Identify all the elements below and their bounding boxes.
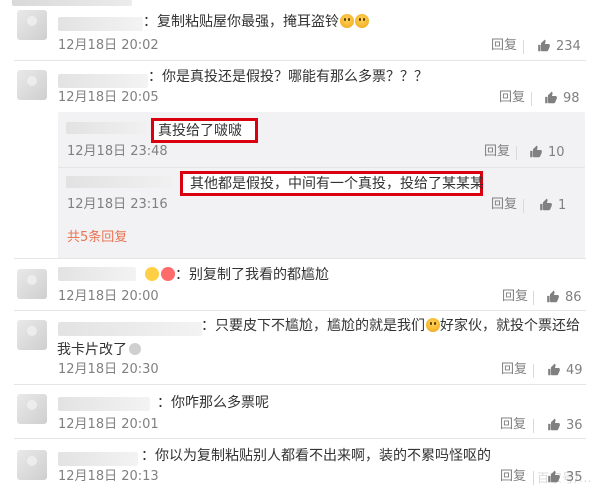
view-all-replies-link[interactable]: 共5条回复 <box>67 229 127 247</box>
action-separator <box>533 364 534 378</box>
comment-timestamp: 12月18日 20:30 <box>58 362 159 377</box>
reply-button[interactable]: 回复 <box>491 196 517 214</box>
avatar[interactable] <box>17 394 47 424</box>
like-button[interactable]: 1 <box>539 196 566 214</box>
thumbs-up-icon <box>538 39 550 52</box>
reply-divider <box>58 167 585 168</box>
surprised-face-icon <box>426 318 440 332</box>
comment-body-continued: 好家伙，就投个票还给 <box>440 318 580 334</box>
comment-divider <box>14 384 586 385</box>
thumbs-up-icon <box>545 91 557 104</box>
comment-text: ：你咋那么多票呢 <box>157 395 269 411</box>
reply-button[interactable]: 回复 <box>484 143 510 161</box>
like-count: 36 <box>566 417 583 433</box>
username-mask <box>58 397 150 411</box>
emoji-icon <box>129 343 141 355</box>
comment-text: ：别复制了我看的都尴尬 <box>143 265 329 285</box>
comment-body: ：别复制了我看的都尴尬 <box>175 267 329 283</box>
comment-divider <box>14 310 586 311</box>
username-badges <box>145 267 175 281</box>
reply-highlight-text: 真投给了啵啵 <box>158 123 242 139</box>
avatar[interactable] <box>17 450 47 480</box>
thumbs-up-icon <box>548 363 560 376</box>
like-button[interactable]: 49 <box>547 361 583 379</box>
thumbs-up-icon <box>540 198 552 211</box>
avatar[interactable] <box>17 70 47 100</box>
comment-timestamp: 12月18日 20:00 <box>58 289 159 304</box>
like-button[interactable]: 234 <box>537 37 581 55</box>
comment-text: ：你是真投还是假投？哪能有那么多票？？？ <box>148 69 428 85</box>
like-count: 86 <box>565 289 582 305</box>
action-separator <box>516 146 517 160</box>
comment-body: ：复制粘贴屋你最强，掩耳盗铃 <box>143 14 339 30</box>
like-count: 234 <box>556 38 581 54</box>
like-button[interactable]: 36 <box>547 416 583 434</box>
like-count: 98 <box>563 90 580 106</box>
username-mask <box>58 267 136 281</box>
like-button[interactable]: 98 <box>544 89 580 107</box>
thumbs-up-icon <box>547 290 559 303</box>
weibo-comment-list: ：复制粘贴屋你最强，掩耳盗铃 12月18日 20:02 回复 234 ：你是真投… <box>0 0 600 493</box>
avatar[interactable] <box>17 320 47 350</box>
avatar[interactable] <box>17 10 47 40</box>
reply-button[interactable]: 回复 <box>501 361 527 379</box>
comment-divider <box>14 60 586 61</box>
comment-timestamp: 12月18日 20:13 <box>58 469 159 484</box>
comment-body-line2: 我卡片改了 <box>57 342 127 358</box>
like-count: 1 <box>558 197 567 213</box>
crying-face-icon <box>355 14 369 28</box>
action-separator <box>533 419 534 433</box>
heart-icon <box>161 267 175 281</box>
comment-divider <box>14 438 586 439</box>
comment-divider <box>14 258 586 259</box>
username-mask <box>58 17 143 31</box>
comment-text-line2: 我卡片改了 <box>57 340 143 360</box>
cropped-top-header <box>12 0 132 6</box>
like-button[interactable]: 86 <box>546 288 582 306</box>
username-mask <box>58 322 202 336</box>
reply-username-mask <box>66 176 172 188</box>
reply-highlight-text: 其他都是假投，中间有一个真投，投给了某某某 <box>190 176 484 192</box>
action-separator <box>523 40 524 54</box>
action-separator <box>523 199 524 213</box>
thumbs-up-icon <box>548 418 560 431</box>
reply-username-mask <box>66 122 146 134</box>
username-mask <box>58 452 138 466</box>
reply-timestamp: 12月18日 23:48 <box>67 144 168 159</box>
reply-button[interactable]: 回复 <box>491 37 517 55</box>
reply-timestamp: 12月18日 23:16 <box>67 197 168 212</box>
badge-icon <box>145 267 159 281</box>
reply-button[interactable]: 回复 <box>502 288 528 306</box>
like-count: 49 <box>566 362 583 378</box>
comment-timestamp: 12月18日 20:01 <box>58 417 159 432</box>
comment-timestamp: 12月18日 20:05 <box>58 90 159 105</box>
comment-text: ：复制粘贴屋你最强，掩耳盗铃 <box>143 12 369 32</box>
reply-button[interactable]: 回复 <box>500 468 526 486</box>
crying-face-icon <box>340 14 354 28</box>
comment-body: ：只要皮下不尴尬，尴尬的就是我们 <box>201 318 425 334</box>
avatar[interactable] <box>17 269 47 299</box>
like-button[interactable]: 10 <box>529 143 565 161</box>
comment-timestamp: 12月18日 20:02 <box>58 38 159 53</box>
comment-text: ：你以为复制粘贴别人都看不出来啊，装的不累吗怪呕的 <box>141 448 491 464</box>
comment-text: ：只要皮下不尴尬，尴尬的就是我们 好家伙，就投个票还给 <box>201 316 580 336</box>
action-separator <box>531 92 532 106</box>
action-separator <box>533 291 534 305</box>
thumbs-up-icon <box>530 145 542 158</box>
reply-button[interactable]: 回复 <box>499 89 525 107</box>
action-separator <box>533 471 534 485</box>
watermark: 百家号/... <box>537 471 592 485</box>
like-count: 10 <box>548 144 565 160</box>
username-mask <box>58 74 148 88</box>
reply-button[interactable]: 回复 <box>500 416 526 434</box>
